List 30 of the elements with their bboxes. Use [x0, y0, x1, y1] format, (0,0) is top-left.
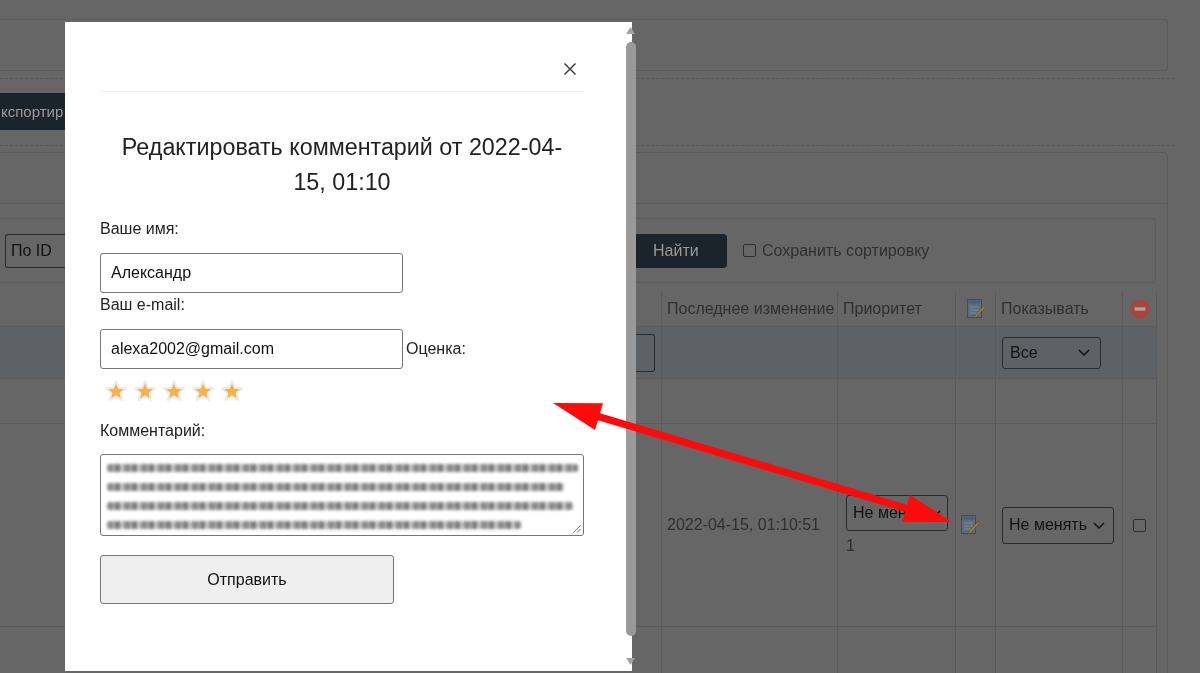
text-field[interactable]: alexa2002@gmail.com — [100, 329, 403, 369]
scroll-down-icon[interactable] — [626, 658, 635, 665]
notepad-pencil-icon[interactable] — [961, 515, 979, 535]
minus-circle-icon — [1129, 298, 1150, 319]
chevron-down-icon — [1078, 349, 1090, 356]
field-label: Ваш e-mail: — [100, 296, 185, 314]
star-icon[interactable] — [162, 379, 186, 403]
scrollbar-thumb[interactable] — [625, 42, 636, 636]
field-label: Комментарий: — [100, 422, 206, 440]
star-icon[interactable] — [104, 379, 128, 403]
comment-field[interactable] — [100, 454, 584, 536]
star-icon[interactable] — [191, 379, 215, 403]
chevron-down-icon — [1093, 521, 1105, 529]
star-rating[interactable] — [104, 379, 244, 403]
rating-label: Оценка: — [406, 340, 466, 358]
resize-grip-icon[interactable] — [573, 525, 581, 533]
scroll-up-icon[interactable] — [626, 27, 635, 34]
field-label: Ваше имя: — [100, 220, 179, 238]
submit-button[interactable]: Отправить — [100, 555, 394, 604]
text-field[interactable]: Александр — [100, 253, 403, 293]
close-icon[interactable] — [564, 62, 576, 75]
dialog-title: Редактировать комментарий от 2022-04-15, 01:10 — [120, 133, 564, 197]
notepad-pencil-icon — [966, 298, 985, 319]
save-sort-checkbox[interactable] — [743, 244, 756, 257]
star-icon[interactable] — [220, 379, 244, 403]
star-icon[interactable] — [133, 379, 157, 403]
show-select[interactable]: Все — [1002, 336, 1101, 369]
row-checkbox[interactable] — [1133, 518, 1146, 532]
show-select[interactable]: Не менять — [1002, 506, 1114, 544]
export-button[interactable]: кспортир — [0, 93, 65, 130]
